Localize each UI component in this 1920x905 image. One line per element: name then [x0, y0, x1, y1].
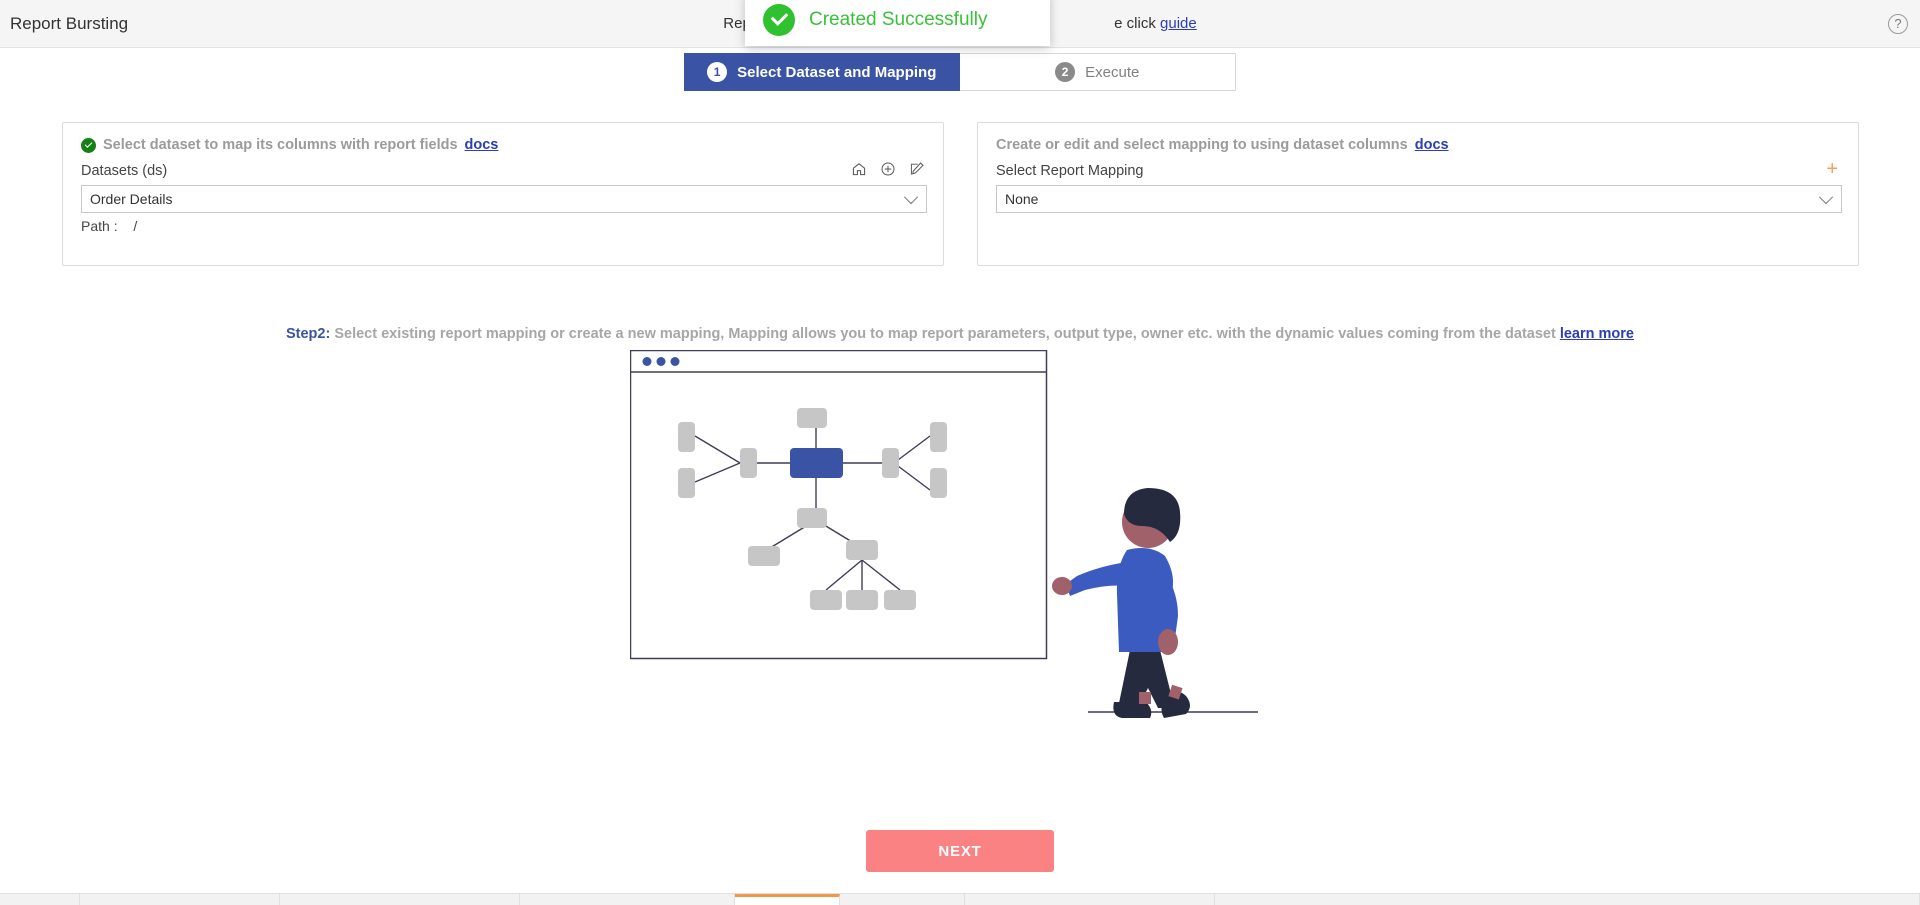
step-label-2: Execute — [1085, 63, 1140, 81]
dataset-select[interactable]: Order Details — [81, 185, 927, 213]
mapping-select[interactable]: None — [996, 185, 1842, 213]
footer-tab[interactable] — [80, 894, 280, 905]
footer-tab[interactable] — [280, 894, 520, 905]
mapping-select-value: None — [1005, 191, 1039, 207]
mapping-panel-heading: Create or edit and select mapping to usi… — [996, 137, 1449, 153]
mapping-docs-link[interactable]: docs — [1415, 137, 1449, 153]
toast-message: Created Successfully — [809, 9, 988, 30]
step2-instruction: Step2: Select existing report mapping or… — [0, 326, 1920, 342]
footer-tab[interactable] — [965, 894, 1215, 905]
tab-execute[interactable]: 2 Execute — [959, 53, 1236, 91]
learn-more-link[interactable]: learn more — [1560, 326, 1634, 342]
footer-tab[interactable] — [520, 894, 735, 905]
next-button[interactable]: NEXT — [866, 830, 1054, 872]
mapping-field-label: Select Report Mapping — [996, 163, 1144, 179]
dataset-panel: Select dataset to map its columns with r… — [62, 122, 944, 266]
check-circle-icon — [763, 4, 795, 36]
dataset-path-value: / — [133, 218, 138, 234]
step-label-1: Select Dataset and Mapping — [737, 63, 937, 81]
footer-tab[interactable] — [0, 894, 80, 905]
footer-tab[interactable] — [840, 894, 965, 905]
step2-key: Step2: — [285, 326, 331, 342]
dataset-path: Path : / — [81, 218, 137, 234]
home-icon[interactable] — [851, 161, 867, 177]
guide-link[interactable]: guide — [1160, 15, 1197, 32]
plus-icon[interactable]: + — [1826, 159, 1838, 179]
footer-tab-strip — [0, 893, 1920, 905]
plus-circle-icon[interactable] — [880, 161, 896, 177]
dataset-panel-heading-text: Select dataset to map its columns with r… — [103, 137, 458, 153]
dataset-path-label: Path : — [81, 218, 118, 234]
mapping-panel-heading-text: Create or edit and select mapping to usi… — [996, 137, 1408, 153]
dataset-select-value: Order Details — [90, 191, 173, 207]
tab-select-dataset-and-mapping[interactable]: 1 Select Dataset and Mapping — [684, 53, 960, 91]
mapping-panel: Create or edit and select mapping to usi… — [977, 122, 1859, 266]
dataset-panel-heading: Select dataset to map its columns with r… — [81, 137, 498, 153]
chevron-down-icon — [1818, 190, 1834, 205]
header-hint-after: e click — [1114, 15, 1161, 32]
step2-text: Select existing report mapping or create… — [330, 326, 1560, 342]
step-number-2: 2 — [1055, 62, 1076, 82]
wizard-stepper: 1 Select Dataset and Mapping 2 Execute — [684, 53, 1236, 91]
toast-notification: Created Successfully — [745, 0, 1050, 46]
question-mark-icon[interactable]: ? — [1888, 14, 1908, 34]
dataset-field-label: Datasets (ds) — [81, 163, 168, 179]
step-number-1: 1 — [707, 62, 728, 82]
chevron-down-icon — [903, 190, 919, 205]
edit-pencil-icon[interactable] — [909, 161, 925, 177]
dataset-actions — [851, 161, 925, 177]
footer-tab[interactable] — [1215, 894, 1920, 905]
check-circle-icon — [81, 137, 96, 153]
mapping-diagram-illustration — [629, 349, 1290, 770]
footer-tab-active[interactable] — [735, 894, 840, 905]
dataset-docs-link[interactable]: docs — [465, 137, 499, 153]
